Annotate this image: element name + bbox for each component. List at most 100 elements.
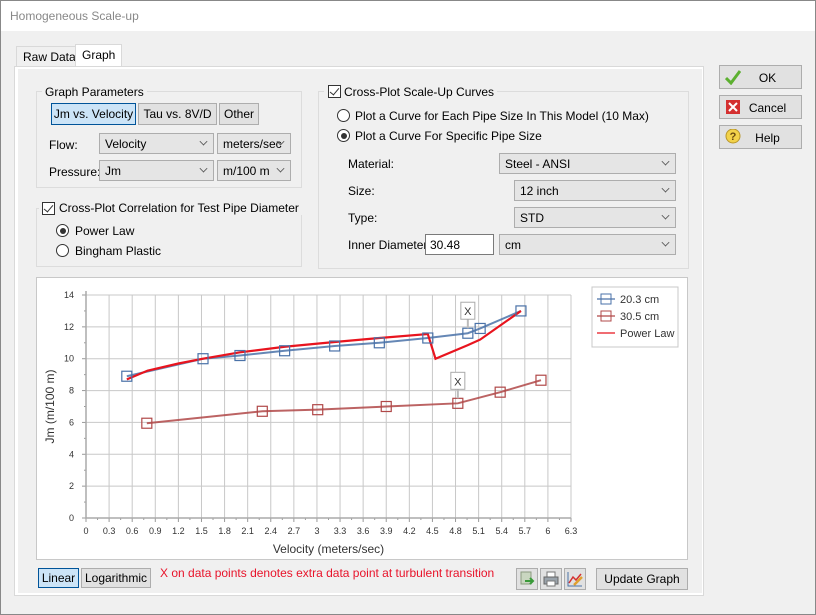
chevron-down-icon (199, 137, 208, 146)
logarithmic-button[interactable]: Logarithmic (81, 568, 151, 588)
y-tick-label: 12 (64, 322, 74, 332)
x-tick-label: 5.4 (495, 526, 508, 536)
inner-diameter-input[interactable]: 30.48 (425, 234, 494, 255)
help-label: Help (755, 131, 780, 145)
graph-parameters-title: Graph Parameters (42, 85, 147, 99)
title-bar: Homogeneous Scale-up (1, 1, 815, 31)
x-tick-label: 2.4 (265, 526, 278, 536)
scaleup-checkbox[interactable] (328, 85, 341, 98)
material-value: Steel - ANSI (505, 157, 571, 171)
flow-label: Flow: (49, 138, 78, 152)
tab-graph[interactable]: Graph (75, 44, 123, 67)
pressure-value: Jm (105, 164, 121, 178)
specific-pipe-size-label: Plot a Curve For Specific Pipe Size (355, 129, 542, 143)
chevron-down-icon (661, 157, 670, 166)
flow-unit-value: meters/sec (223, 137, 282, 151)
power-law-radio[interactable] (56, 224, 69, 237)
y-tick-label: 14 (64, 290, 74, 300)
x-tick-label: 4.5 (426, 526, 439, 536)
x-axis-label: Velocity (meters/sec) (273, 542, 384, 556)
legend-label: 30.5 cm (620, 311, 659, 323)
x-tick-label: 4.2 (403, 526, 416, 536)
flow-unit-select[interactable]: meters/sec (217, 133, 291, 154)
linear-button[interactable]: Linear (38, 568, 79, 588)
type-label: Type: (348, 211, 378, 225)
bingham-plastic-radio[interactable] (56, 244, 69, 257)
chevron-down-icon (199, 164, 208, 173)
x-tick-label: 0 (83, 526, 88, 536)
copy-graph-button[interactable] (516, 568, 538, 590)
pressure-unit-value: m/100 m (223, 164, 270, 178)
x-tick-label: 1.5 (195, 526, 208, 536)
flow-select[interactable]: Velocity (99, 133, 214, 154)
cancel-button[interactable]: Cancel (719, 95, 802, 119)
x-tick-label: 4.8 (449, 526, 462, 536)
chart-svg: 0 0.3 0.6 0.9 1.2 1.5 1.8 2.1 2.4 2.7 3 3.3 3.6 3.9 4.… (43, 286, 679, 556)
specific-pipe-size-radio[interactable] (337, 129, 350, 142)
inner-diameter-unit-select[interactable]: cm (499, 234, 676, 255)
cancel-label: Cancel (748, 101, 787, 115)
each-pipe-size-radio[interactable] (337, 109, 350, 122)
pressure-unit-select[interactable]: m/100 m (217, 160, 291, 181)
x-tick-label: 6.3 (565, 526, 578, 536)
chart-area: 0 0.3 0.6 0.9 1.2 1.5 1.8 2.1 2.4 2.7 3 3.3 3.6 3.9 4.… (36, 277, 688, 560)
y-tick-label: 6 (69, 417, 74, 427)
tau-vs-8vd-button[interactable]: Tau vs. 8V/D (138, 103, 217, 125)
type-select[interactable]: STD (514, 207, 676, 228)
inner-diameter-label: Inner Diameter: (348, 238, 431, 252)
chart-edit-icon (567, 572, 583, 587)
y-tick-label: 10 (64, 354, 74, 364)
pressure-select[interactable]: Jm (99, 160, 214, 181)
chevron-down-icon (661, 184, 670, 193)
x-tick-label: 0.6 (126, 526, 139, 536)
size-label: Size: (348, 184, 375, 198)
x-tick-label: 2.7 (288, 526, 301, 536)
export-icon (520, 571, 535, 585)
size-value: 12 inch (520, 184, 559, 198)
series-line-power-law (126, 310, 522, 381)
window-title: Homogeneous Scale-up (10, 9, 139, 23)
ok-label: OK (758, 71, 777, 85)
y-axis-label: Jm (m/100 m) (43, 369, 57, 443)
tab-raw-data[interactable]: Raw Data (16, 46, 83, 66)
correlation-checkbox[interactable] (42, 202, 55, 215)
dialog-window: Homogeneous Scale-up Raw Data Graph Grap… (0, 0, 816, 615)
transition-note: X on data points denotes extra data poin… (160, 566, 495, 580)
x-tick-label: 3.9 (380, 526, 393, 536)
type-value: STD (520, 211, 544, 225)
x-tick-label: 1.8 (218, 526, 231, 536)
x-tick-label: 0.3 (103, 526, 116, 536)
inner-diameter-unit-value: cm (505, 238, 521, 252)
material-select[interactable]: Steel - ANSI (499, 153, 676, 174)
x-tick-label: 2.1 (241, 526, 254, 536)
y-tick-label: 0 (69, 513, 74, 523)
x-tick-label: 3 (314, 526, 319, 536)
transition-callout-label: X (464, 306, 472, 318)
x-tick-label: 6 (545, 526, 550, 536)
other-button[interactable]: Other (219, 103, 259, 125)
chevron-down-icon (661, 211, 670, 220)
transition-callout-label: X (454, 376, 462, 388)
x-tick-label: 0.9 (149, 526, 162, 536)
correlation-title: Cross-Plot Correlation for Test Pipe Dia… (39, 201, 302, 215)
update-graph-button[interactable]: Update Graph (596, 568, 688, 590)
legend-label: Power Law (620, 328, 674, 340)
help-button[interactable]: ? Help (719, 125, 802, 149)
size-select[interactable]: 12 inch (514, 180, 676, 201)
bingham-plastic-label: Bingham Plastic (75, 244, 162, 258)
x-tick-label: 1.2 (172, 526, 185, 536)
pressure-label: Pressure: (49, 165, 101, 179)
printer-icon (543, 571, 559, 587)
power-law-label: Power Law (75, 224, 135, 238)
ok-button[interactable]: OK (719, 65, 802, 89)
y-tick-label: 4 (69, 449, 74, 459)
each-pipe-size-label: Plot a Curve for Each Pipe Size In This … (355, 109, 649, 123)
x-tick-label: 5.1 (472, 526, 485, 536)
x-tick-label: 3.3 (334, 526, 347, 536)
print-button[interactable] (540, 568, 562, 590)
series-line-30.5-cm (146, 379, 542, 425)
chart-options-button[interactable] (564, 568, 586, 590)
chevron-down-icon (276, 164, 285, 173)
x-tick-label: 5.7 (519, 526, 532, 536)
jm-vs-velocity-button[interactable]: Jm vs. Velocity (51, 103, 136, 125)
